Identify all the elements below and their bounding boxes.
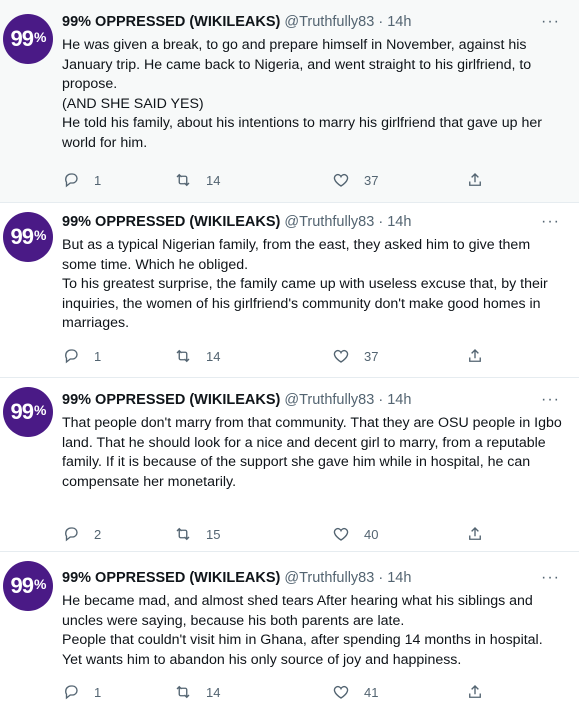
share-icon — [469, 349, 481, 362]
user-handle[interactable]: @Truthfully83 — [284, 570, 374, 586]
reply-button[interactable]: 2 — [62, 524, 101, 544]
reply-button[interactable]: 1 — [62, 682, 101, 702]
reply-count: 1 — [94, 684, 102, 700]
avatar-percent: % — [34, 576, 46, 592]
retweet-icon — [176, 173, 190, 187]
tweet-actions: 1 14 37 — [62, 346, 502, 366]
tweet-text: He became mad, and almost shed tears Aft… — [62, 592, 562, 670]
tweet-line: But as a typical Nigerian family, from t… — [62, 237, 531, 273]
avatar[interactable]: 99% — [3, 212, 53, 262]
tweet-actions: 1 14 37 — [62, 170, 502, 190]
share-icon — [469, 527, 481, 540]
like-button[interactable]: 41 — [332, 682, 378, 702]
tweet-line: compensate her monetarily. — [62, 473, 237, 490]
reply-button[interactable]: 1 — [62, 170, 101, 190]
reply-icon — [65, 349, 78, 364]
share-icon — [469, 173, 481, 186]
avatar[interactable]: 99% — [3, 561, 53, 611]
tweet-header: 99% OPPRESSED (WIKILEAKS) @Truthfully83 … — [62, 390, 559, 410]
more-options-icon[interactable]: ··· — [541, 214, 559, 234]
share-button[interactable] — [466, 346, 484, 366]
timestamp[interactable]: · 14h — [378, 214, 411, 230]
more-options-icon[interactable]: ··· — [541, 392, 559, 412]
reply-count: 1 — [94, 172, 102, 188]
tweet-actions: 1 14 41 — [62, 682, 502, 702]
tweet-header: 99% OPPRESSED (WIKILEAKS) @Truthfully83 … — [62, 12, 559, 32]
tweet-line: That people don't marry from that commun… — [62, 415, 562, 471]
user-handle[interactable]: @Truthfully83 — [284, 214, 374, 230]
display-name[interactable]: 99% OPPRESSED (WIKILEAKS) — [62, 14, 280, 30]
tweet-text: That people don't marry from that commun… — [62, 414, 562, 492]
more-options-icon[interactable]: ··· — [541, 570, 559, 590]
like-count: 41 — [364, 684, 379, 700]
timestamp[interactable]: · 14h — [378, 392, 411, 408]
tweet-header: 99% OPPRESSED (WIKILEAKS) @Truthfully83 … — [62, 212, 559, 232]
tweet-header: 99% OPPRESSED (WIKILEAKS) @Truthfully83 … — [62, 568, 559, 588]
reply-button[interactable]: 1 — [62, 346, 101, 366]
retweet-button[interactable]: 15 — [174, 524, 220, 544]
reply-count: 1 — [94, 348, 102, 364]
retweet-icon — [176, 349, 190, 363]
tweet-line: People that couldn't visit him in Ghana,… — [62, 632, 543, 668]
retweet-count: 15 — [206, 526, 221, 542]
tweet[interactable]: 99% 99% OPPRESSED (WIKILEAKS) @Truthfull… — [0, 203, 579, 378]
user-handle[interactable]: @Truthfully83 — [284, 392, 374, 408]
retweet-count: 14 — [206, 684, 221, 700]
avatar-percent: % — [34, 402, 46, 418]
tweet-text: He was given a break, to go and prepare … — [62, 36, 562, 154]
avatar-text: 99 — [10, 224, 35, 249]
tweet[interactable]: 99% 99% OPPRESSED (WIKILEAKS) @Truthfull… — [0, 378, 579, 552]
reply-icon — [65, 173, 78, 188]
tweet-line: To his greatest surprise, the family cam… — [62, 276, 548, 332]
like-count: 37 — [364, 172, 379, 188]
tweet-line: He told his family, about his intentions… — [62, 115, 542, 151]
display-name[interactable]: 99% OPPRESSED (WIKILEAKS) — [62, 214, 280, 230]
avatar-text: 99 — [10, 399, 35, 424]
avatar-text: 99 — [10, 573, 35, 598]
timestamp[interactable]: · 14h — [378, 14, 411, 30]
reply-icon — [65, 527, 78, 542]
share-button[interactable] — [466, 524, 484, 544]
share-button[interactable] — [466, 682, 484, 702]
heart-icon — [333, 349, 349, 363]
retweet-button[interactable]: 14 — [174, 170, 220, 190]
display-name[interactable]: 99% OPPRESSED (WIKILEAKS) — [62, 570, 280, 586]
share-button[interactable] — [466, 170, 484, 190]
tweet-line: He became mad, and almost shed tears Aft… — [62, 593, 533, 629]
avatar-percent: % — [34, 227, 46, 243]
tweet-line: He was given a break, to go and prepare … — [62, 37, 532, 93]
retweet-button[interactable]: 14 — [174, 682, 220, 702]
retweet-count: 14 — [206, 172, 221, 188]
heart-icon — [333, 527, 349, 541]
heart-icon — [333, 173, 349, 187]
tweet-actions: 2 15 40 — [62, 524, 502, 544]
like-button[interactable]: 40 — [332, 524, 378, 544]
like-count: 37 — [364, 348, 379, 364]
tweet[interactable]: 99% 99% OPPRESSED (WIKILEAKS) @Truthfull… — [0, 552, 579, 709]
avatar[interactable]: 99% — [3, 14, 53, 64]
tweet-text: But as a typical Nigerian family, from t… — [62, 236, 562, 334]
like-button[interactable]: 37 — [332, 346, 378, 366]
user-handle[interactable]: @Truthfully83 — [284, 14, 374, 30]
like-count: 40 — [364, 526, 379, 542]
tweet-line: (AND SHE SAID YES) — [62, 95, 204, 112]
like-button[interactable]: 37 — [332, 170, 378, 190]
avatar-percent: % — [34, 29, 46, 45]
timestamp[interactable]: · 14h — [378, 570, 411, 586]
retweet-icon — [176, 685, 190, 699]
display-name[interactable]: 99% OPPRESSED (WIKILEAKS) — [62, 392, 280, 408]
tweet[interactable]: 99% 99% OPPRESSED (WIKILEAKS) @Truthfull… — [0, 0, 579, 203]
tweet-thread: 99% 99% OPPRESSED (WIKILEAKS) @Truthfull… — [0, 0, 579, 709]
avatar[interactable]: 99% — [3, 387, 53, 437]
heart-icon — [333, 685, 349, 699]
share-icon — [469, 685, 481, 698]
reply-icon — [65, 685, 78, 700]
more-options-icon[interactable]: ··· — [541, 14, 559, 34]
retweet-icon — [176, 527, 190, 541]
retweet-count: 14 — [206, 348, 221, 364]
reply-count: 2 — [94, 526, 102, 542]
retweet-button[interactable]: 14 — [174, 346, 220, 366]
avatar-text: 99 — [10, 26, 35, 51]
